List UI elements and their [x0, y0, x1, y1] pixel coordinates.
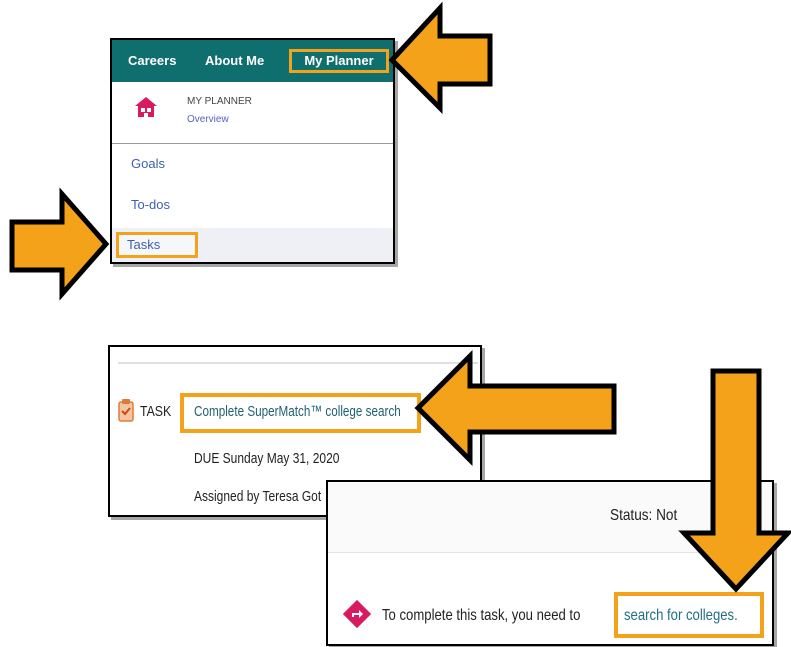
planner-menu-panel: Careers About Me My Planner MY PLANNER O…: [110, 38, 395, 264]
status-text: Status: Not: [610, 507, 678, 524]
menu-divider: [112, 143, 393, 144]
menu-item-todos[interactable]: To-dos: [131, 197, 170, 212]
task-due-date: DUE Sunday May 31, 2020: [194, 450, 340, 467]
instruction-text: To complete this task, you need to: [382, 607, 581, 624]
top-nav-bar: Careers About Me My Planner: [112, 40, 393, 82]
task-assigned-by: Assigned by Teresa Got: [194, 488, 322, 505]
callout-arrow-icon: [414, 349, 617, 467]
menu-item-goals[interactable]: Goals: [131, 156, 165, 171]
nav-tab-careers[interactable]: Careers: [128, 40, 176, 82]
home-icon: [134, 96, 158, 123]
search-colleges-link[interactable]: search for colleges.: [624, 607, 738, 625]
planner-section-title: MY PLANNER: [187, 96, 252, 107]
diamond-arrow-icon: [342, 599, 372, 634]
task-icon: [117, 397, 135, 428]
callout-arrow-icon: [388, 1, 493, 115]
planner-overview-link[interactable]: Overview: [187, 114, 229, 125]
callout-arrow-icon: [9, 187, 110, 301]
task-label: TASK: [140, 403, 172, 420]
menu-item-tasks[interactable]: Tasks: [127, 237, 160, 252]
nav-tab-about-me[interactable]: About Me: [205, 40, 264, 82]
nav-tab-my-planner[interactable]: My Planner: [289, 49, 389, 73]
callout-arrow-icon: [678, 368, 791, 593]
task-link[interactable]: Complete SuperMatch™ college search: [194, 403, 401, 420]
